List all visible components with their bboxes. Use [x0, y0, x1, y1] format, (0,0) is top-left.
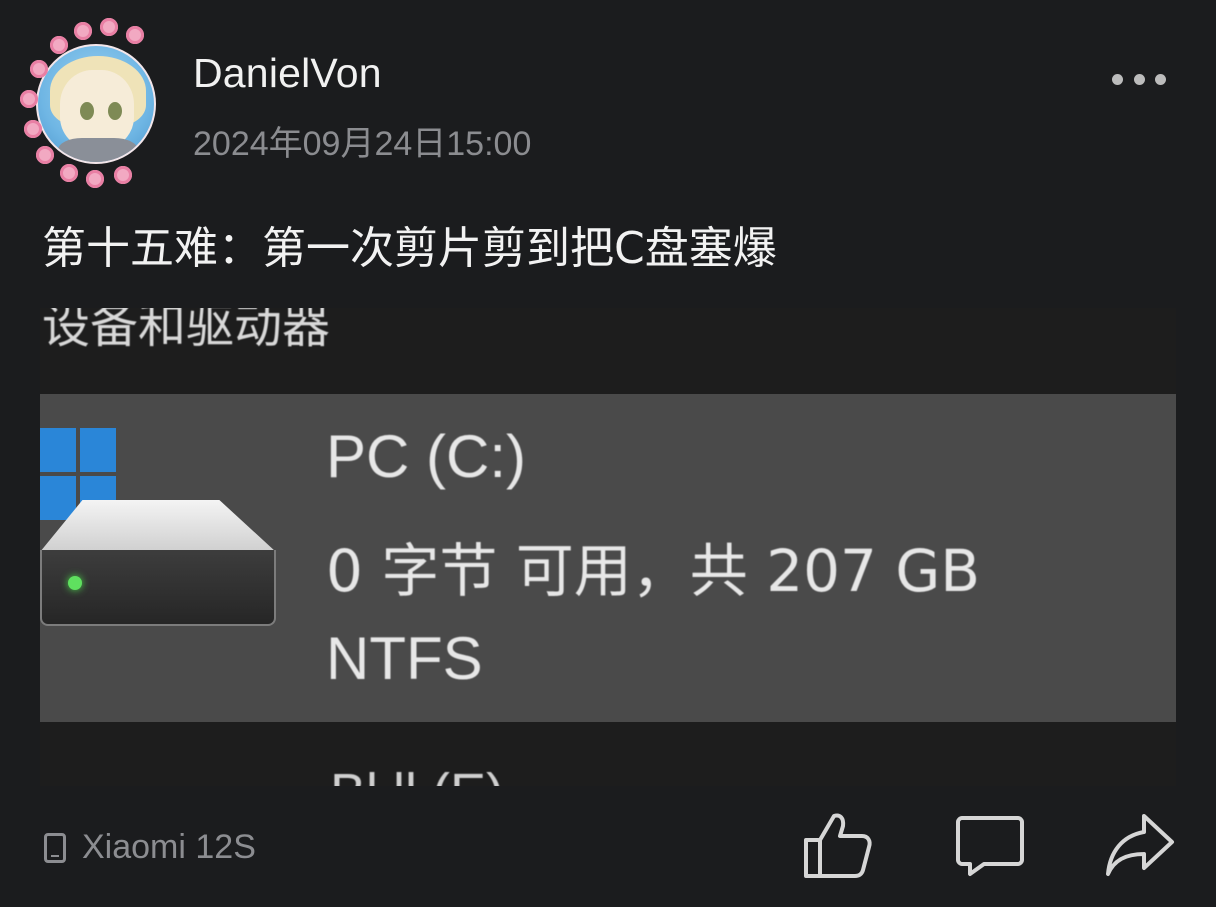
drive-led-icon [68, 576, 82, 590]
share-icon [1106, 814, 1174, 876]
blossom-decoration [100, 18, 118, 36]
drive-panel: PC (C:) 0 字节 可用，共 207 GB NTFS [40, 394, 1176, 722]
blossom-decoration [86, 170, 104, 188]
avatar-image [36, 44, 156, 164]
post-text: 第十五难：第一次剪片剪到把C盘塞爆 [42, 223, 777, 274]
blossom-decoration [20, 90, 38, 108]
blossom-decoration [60, 164, 78, 182]
author-name[interactable]: DanielVon [193, 50, 382, 97]
more-dots-icon [1112, 73, 1123, 85]
like-button[interactable] [802, 810, 874, 880]
blossom-decoration [126, 26, 144, 44]
blossom-decoration [30, 60, 48, 78]
blossom-decoration [50, 36, 68, 54]
post-image[interactable]: 设备和驱动器 PC (C:) 0 字节 可用，共 207 GB NTFS Bl … [40, 308, 1176, 786]
image-header-strip: 设备和驱动器 [40, 308, 1176, 394]
hard-drive-icon [40, 500, 276, 630]
device-label: Xiaomi 12S [82, 828, 256, 866]
blossom-decoration [74, 22, 92, 40]
image-next-item: Bl ll (E) [40, 722, 1176, 786]
drive-filesystem: NTFS [326, 625, 483, 692]
drive-name: PC (C:) [326, 423, 526, 490]
comment-icon [956, 816, 1024, 876]
phone-icon [44, 832, 66, 863]
device-info: Xiaomi 12S [44, 828, 256, 867]
blossom-decoration [36, 146, 54, 164]
blossom-decoration [114, 166, 132, 184]
share-button[interactable] [1104, 810, 1176, 880]
avatar[interactable] [14, 16, 176, 188]
drive-space: 0 字节 可用，共 207 GB [326, 537, 981, 605]
thumbs-up-icon [804, 813, 872, 878]
post-timestamp: 2024年09月24日15:00 [193, 125, 532, 163]
next-drive-partial: Bl ll (E) [330, 762, 504, 786]
comment-button[interactable] [954, 810, 1026, 880]
blossom-decoration [24, 120, 42, 138]
more-options-button[interactable] [1106, 64, 1172, 94]
image-section-label: 设备和驱动器 [42, 308, 331, 354]
